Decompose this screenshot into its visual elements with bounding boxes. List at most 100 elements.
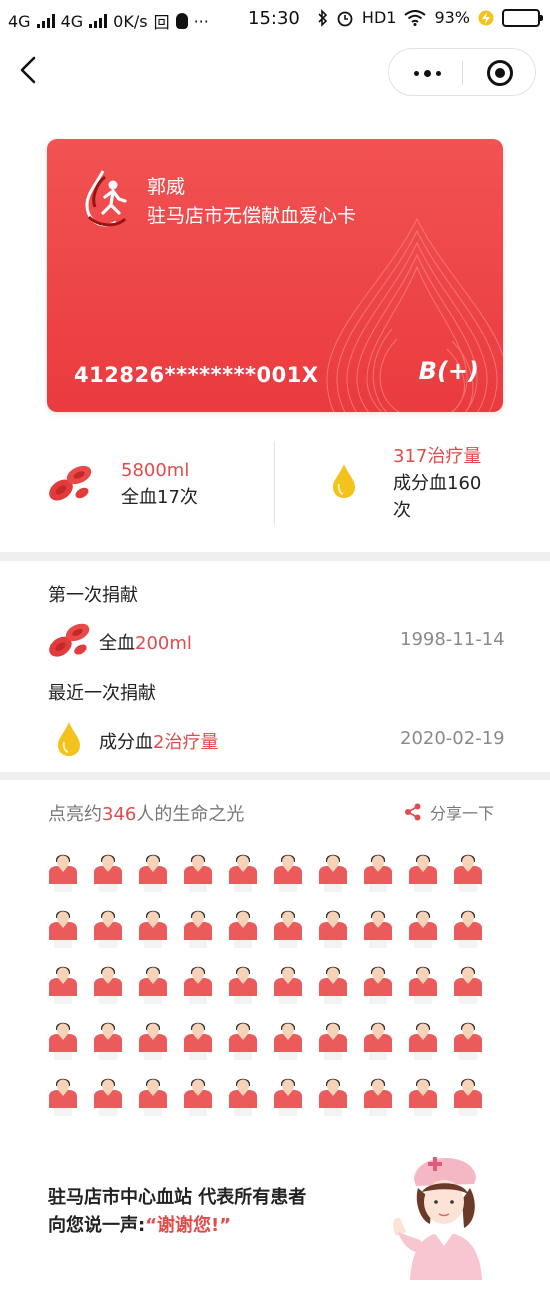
thanks-line1: 驻马店市中心血站 代表所有患者 xyxy=(48,1187,307,1208)
donor-name: 郭威 xyxy=(147,176,186,198)
lives-lit-prefix: 点亮约 xyxy=(48,804,102,825)
capsule-divider xyxy=(462,61,463,85)
person-figure-icon xyxy=(49,1022,77,1060)
share-button[interactable]: 分享一下 xyxy=(404,800,494,824)
bluetooth-icon xyxy=(318,8,328,27)
share-icon xyxy=(405,803,421,821)
red-blood-cells-icon xyxy=(49,465,92,501)
person-figure-icon xyxy=(454,966,482,1004)
person-figure-icon xyxy=(139,854,167,892)
more-dots-icon[interactable] xyxy=(407,63,447,83)
clock: 15:30 xyxy=(248,8,300,29)
person-figure-icon xyxy=(319,854,347,892)
person-figure-icon xyxy=(319,1022,347,1060)
person-figure-icon xyxy=(139,1078,167,1116)
person-figure-icon xyxy=(184,966,212,1004)
whole-blood-amount: 5800ml xyxy=(121,460,190,481)
app-root: 4G 4G 0K/s 回 ··· 15:30 HD1 93% 郭威 驻马店市无偿… xyxy=(0,0,550,1302)
person-figure-icon xyxy=(184,1078,212,1116)
person-figure-icon xyxy=(184,1022,212,1060)
id-number: 412826********001X xyxy=(74,363,319,387)
person-figure-icon xyxy=(364,966,392,1004)
person-figure-icon xyxy=(364,910,392,948)
latest-donation-date: 2020-02-19 xyxy=(400,728,505,749)
thanks-quote: “谢谢您!” xyxy=(145,1215,232,1236)
back-button[interactable] xyxy=(14,52,44,88)
first-donation-detail: 全血200ml xyxy=(99,629,192,655)
lives-lit-title: 点亮约346人的生命之光 xyxy=(48,800,244,826)
network-label: 4G xyxy=(8,11,31,31)
person-figure-icon xyxy=(94,910,122,948)
nurse-illustration xyxy=(393,1157,482,1280)
person-figure-icon xyxy=(94,854,122,892)
signal-icon xyxy=(36,14,55,28)
person-figure-icon xyxy=(229,1022,257,1060)
signal-icon-2 xyxy=(89,14,108,28)
person-figure-icon xyxy=(319,1078,347,1116)
charging-icon xyxy=(478,10,494,25)
person-figure-icon xyxy=(364,854,392,892)
person-figure-icon xyxy=(454,1022,482,1060)
first-donation-date: 1998-11-14 xyxy=(400,629,505,650)
person-figure-icon xyxy=(454,1078,482,1116)
latest-donation-type: 成分血 xyxy=(99,732,153,753)
person-figure-icon xyxy=(49,854,77,892)
person-figure-icon xyxy=(139,966,167,1004)
battery-icon xyxy=(502,8,543,27)
lives-lit-suffix: 人的生命之光 xyxy=(136,804,245,825)
plasma-drop-icon xyxy=(333,464,355,498)
status-bar: 4G 4G 0K/s 回 ··· 15:30 HD1 93% xyxy=(0,0,550,40)
person-figure-icon xyxy=(49,1078,77,1116)
latest-donation-title: 最近一次捐献 xyxy=(48,683,156,704)
network-label-2: 4G xyxy=(60,11,84,31)
wifi-icon xyxy=(404,9,427,26)
person-figure-icon xyxy=(274,1078,302,1116)
thanks-message: 驻马店市中心血站 代表所有患者 向您说一声:“谢谢您!” xyxy=(48,1184,306,1240)
person-figure-icon xyxy=(364,1078,392,1116)
person-figure-icon xyxy=(94,1022,122,1060)
plasma-drop-icon xyxy=(58,722,80,756)
person-figure-icon xyxy=(49,910,77,948)
alarm-icon xyxy=(337,11,353,26)
person-figure-icon xyxy=(409,854,437,892)
person-figure-icon xyxy=(409,1022,437,1060)
mini-program-capsule xyxy=(388,48,536,96)
net-speed: 0K/s xyxy=(113,11,148,31)
lives-lit-count: 346 xyxy=(102,804,137,825)
card-title: 驻马店市无偿献血爱心卡 xyxy=(147,205,357,227)
person-figure-icon xyxy=(319,910,347,948)
first-donation-amount: 200ml xyxy=(135,633,192,654)
latest-donation-detail: 成分血2治疗量 xyxy=(99,728,218,754)
component-count-line1: 成分血160 xyxy=(393,473,482,494)
person-figure-icon xyxy=(49,966,77,1004)
donor-card[interactable]: 郭威 驻马店市无偿献血爱心卡 412826********001X B(+) xyxy=(47,139,503,412)
person-figure-icon xyxy=(274,910,302,948)
component-amount: 317治疗量 xyxy=(393,446,482,467)
person-figure-icon xyxy=(454,854,482,892)
person-figure-icon xyxy=(184,910,212,948)
battery-percent: 93% xyxy=(434,8,470,27)
person-figure-icon xyxy=(274,854,302,892)
person-figure-icon xyxy=(409,1078,437,1116)
blood-type: B(+) xyxy=(418,357,479,385)
person-figure-icon xyxy=(364,1022,392,1060)
person-figure-icon xyxy=(319,966,347,1004)
person-figure-icon xyxy=(229,910,257,948)
latest-donation-amount: 2治疗量 xyxy=(153,732,219,753)
notification-icon: 回 xyxy=(153,13,170,32)
person-figure-icon xyxy=(229,1078,257,1116)
thanks-line2-prefix: 向您说一声: xyxy=(48,1215,146,1236)
first-donation-title: 第一次捐献 xyxy=(48,585,138,606)
person-figure-icon xyxy=(139,1022,167,1060)
thanks-line2: 向您说一声:“谢谢您!” xyxy=(48,1212,306,1240)
section-separator xyxy=(0,552,550,561)
stats-divider xyxy=(274,441,275,525)
blood-donation-logo-icon xyxy=(85,170,127,227)
hd-label: HD1 xyxy=(361,8,397,27)
person-figure-icon xyxy=(409,966,437,1004)
component-count-line2: 次 xyxy=(393,500,411,521)
red-blood-cells-icon xyxy=(49,623,90,657)
more-status: ··· xyxy=(193,11,209,31)
target-icon[interactable] xyxy=(487,60,513,86)
person-figure-icon xyxy=(454,910,482,948)
